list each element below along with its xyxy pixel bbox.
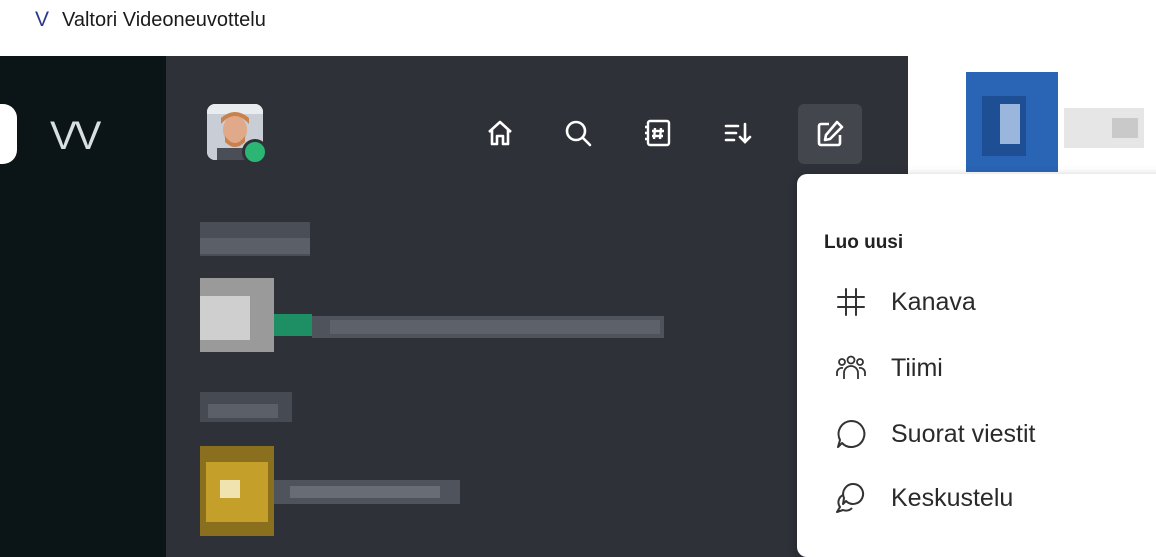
compose-icon <box>815 119 845 149</box>
hashtag-icon <box>833 284 869 320</box>
workspace-switcher-vv[interactable]: VV <box>50 114 101 159</box>
header-text-blurred <box>1112 118 1138 138</box>
message-bubble-icon <box>833 416 869 452</box>
presence-online-indicator <box>242 139 268 165</box>
home-icon <box>485 118 515 148</box>
window-title: Valtori Videoneuvottelu <box>62 9 266 31</box>
search-button[interactable] <box>557 112 599 154</box>
menu-item-label: Keskustelu <box>891 483 1014 512</box>
menu-item-label: Tiimi <box>891 353 943 382</box>
directory-button[interactable] <box>637 112 679 154</box>
menu-item-label: Suorat viestit <box>891 419 1036 448</box>
team-icon <box>833 350 869 386</box>
create-new-menu: Luo uusi Kanava Tiimi Suorat viestit Kes… <box>797 174 1156 557</box>
list-item-avatar-blurred <box>200 296 250 340</box>
workspace-selected-indicator <box>0 104 17 164</box>
list-item-blurred <box>200 238 310 254</box>
menu-item-label: Kanava <box>891 287 976 316</box>
menu-heading: Luo uusi <box>824 232 904 253</box>
menu-item-tiimi[interactable]: Tiimi <box>797 340 1156 396</box>
title-bar: V Valtori Videoneuvottelu <box>0 0 1156 56</box>
list-item-blurred <box>208 404 278 418</box>
list-item-label-blurred <box>330 320 660 334</box>
list-item-badge-blurred <box>274 314 312 336</box>
sort-button[interactable] <box>716 112 758 154</box>
brand-avatar-blurred <box>1000 104 1020 144</box>
list-item-avatar-blurred <box>220 480 240 498</box>
compose-button[interactable] <box>798 104 862 164</box>
directory-icon <box>643 118 673 148</box>
home-button[interactable] <box>479 112 521 154</box>
menu-item-keskustelu[interactable]: Keskustelu <box>797 470 1156 526</box>
menu-item-kanava[interactable]: Kanava <box>797 274 1156 330</box>
search-icon <box>563 118 593 148</box>
list-item-label-blurred <box>290 486 440 498</box>
menu-item-suorat-viestit[interactable]: Suorat viestit <box>797 406 1156 462</box>
discussion-icon <box>833 480 869 516</box>
sort-icon <box>722 118 752 148</box>
app-logo-icon: V <box>35 8 50 31</box>
